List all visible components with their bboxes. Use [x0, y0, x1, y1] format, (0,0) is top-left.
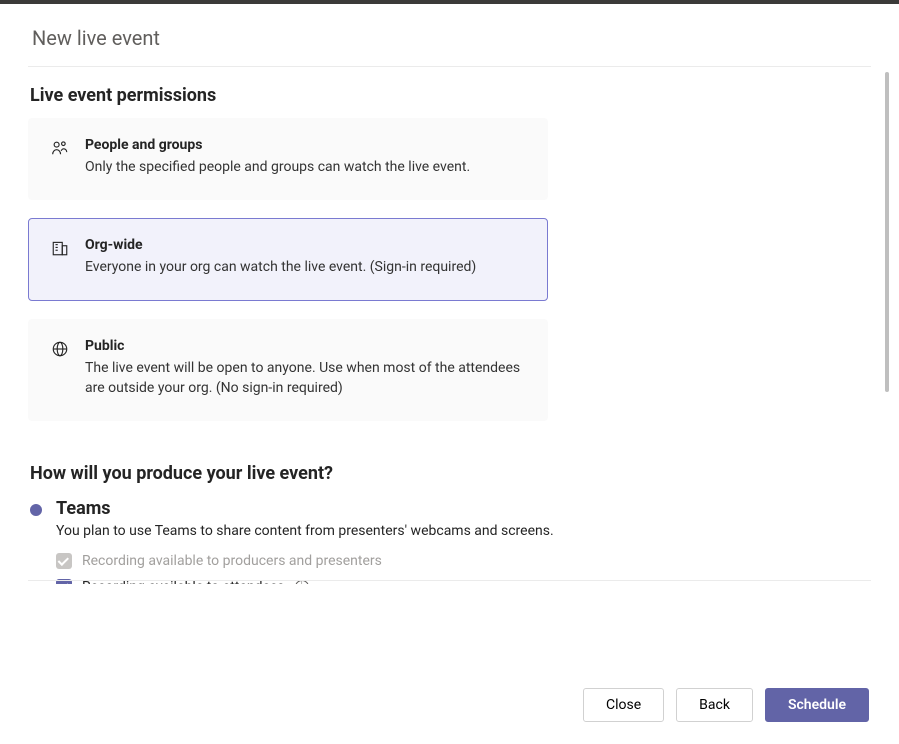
permission-option-body: Org-wide Everyone in your org can watch … [85, 237, 476, 277]
dialog-body: New live event Live event permissions Pe… [0, 4, 899, 584]
checkbox-icon [56, 553, 72, 569]
produce-option-teams[interactable]: Teams You plan to use Teams to share con… [28, 498, 871, 584]
org-icon [51, 239, 69, 257]
permission-option-org-wide[interactable]: Org-wide Everyone in your org can watch … [28, 218, 548, 300]
check-recording-producers: Recording available to producers and pre… [56, 553, 871, 569]
permission-option-public[interactable]: Public The live event will be open to an… [28, 319, 548, 422]
produce-option-desc: You plan to use Teams to share content f… [56, 523, 871, 539]
produce-option-body: Teams You plan to use Teams to share con… [56, 498, 871, 584]
permission-option-title: Org-wide [85, 237, 476, 253]
permission-option-people-and-groups[interactable]: People and groups Only the specified peo… [28, 118, 548, 200]
radio-selected-icon[interactable] [30, 504, 42, 516]
back-button[interactable]: Back [676, 688, 753, 722]
schedule-button[interactable]: Schedule [765, 688, 869, 722]
produce-option-title: Teams [56, 498, 871, 519]
dialog-title: New live event [28, 4, 871, 67]
permissions-list: People and groups Only the specified peo… [28, 118, 548, 421]
permission-option-body: People and groups Only the specified peo… [85, 137, 470, 177]
scrollbar-thumb[interactable] [885, 72, 889, 392]
permission-option-desc: The live event will be open to anyone. U… [85, 358, 527, 399]
permission-option-body: Public The live event will be open to an… [85, 338, 527, 399]
people-icon [51, 139, 69, 157]
section-divider [28, 580, 871, 581]
check-label: Recording available to producers and pre… [82, 553, 382, 569]
globe-icon [51, 340, 69, 358]
close-button[interactable]: Close [583, 688, 664, 722]
permission-option-title: People and groups [85, 137, 470, 153]
permission-option-title: Public [85, 338, 527, 354]
produce-heading: How will you produce your live event? [28, 439, 871, 498]
dialog-footer: Close Back Schedule [583, 688, 869, 722]
permissions-heading: Live event permissions [28, 67, 871, 118]
permission-option-desc: Only the specified people and groups can… [85, 157, 470, 177]
permission-option-desc: Everyone in your org can watch the live … [85, 257, 476, 277]
